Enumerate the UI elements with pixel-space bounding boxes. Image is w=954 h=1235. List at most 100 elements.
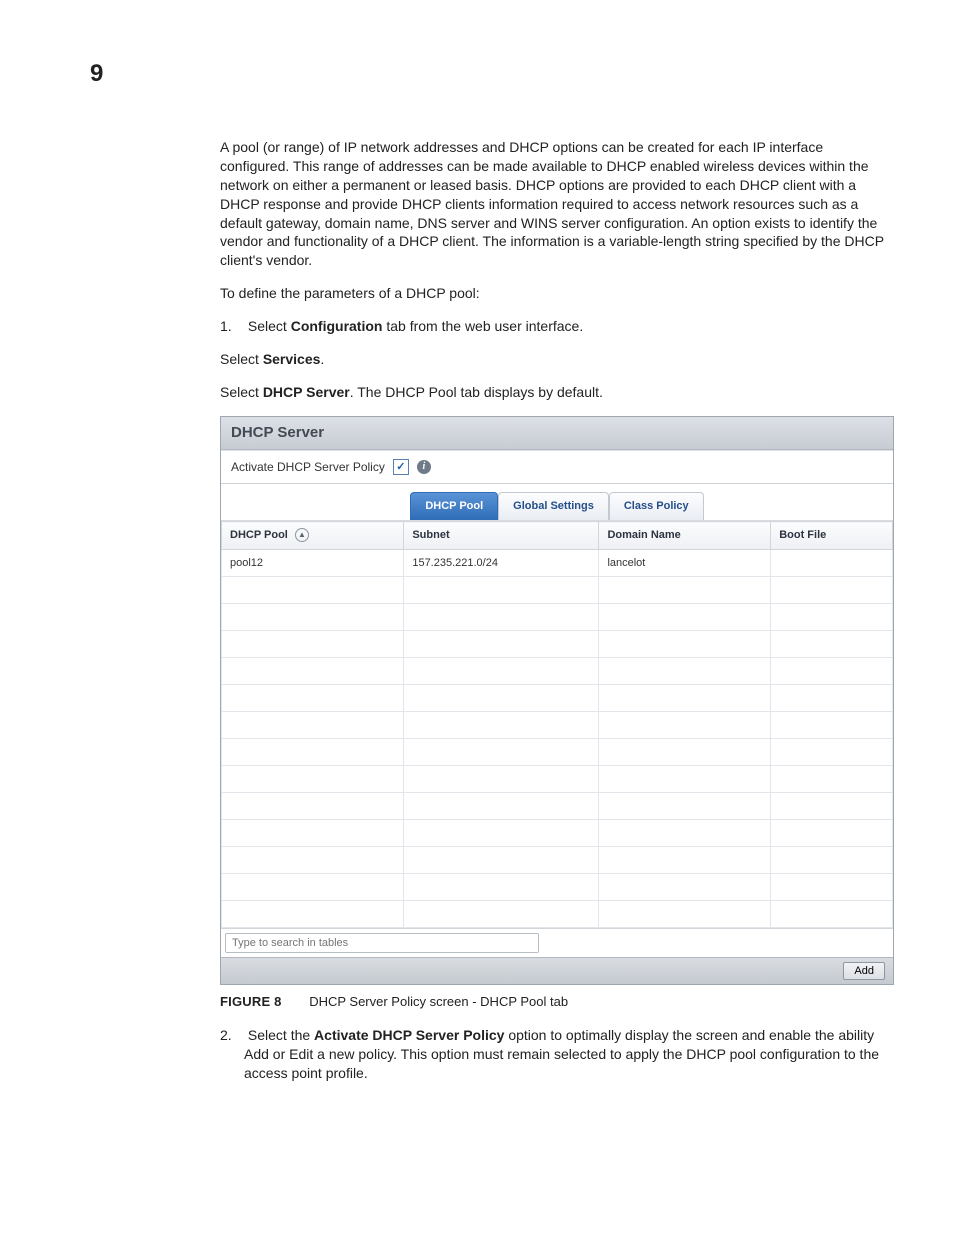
- table-cell: [404, 792, 599, 819]
- sort-asc-icon[interactable]: ▲: [295, 528, 309, 542]
- table-cell: [404, 765, 599, 792]
- table-cell: [599, 738, 771, 765]
- add-button[interactable]: Add: [843, 962, 885, 980]
- intro-paragraph: A pool (or range) of IP network addresse…: [220, 138, 894, 270]
- table-cell: [599, 846, 771, 873]
- table-cell: [404, 819, 599, 846]
- table-cell: [771, 684, 893, 711]
- figure-caption: FIGURE 8 DHCP Server Policy screen - DHC…: [220, 993, 894, 1011]
- table-row[interactable]: [222, 684, 893, 711]
- table-cell: [222, 738, 404, 765]
- table-row[interactable]: [222, 711, 893, 738]
- table-row[interactable]: [222, 792, 893, 819]
- table-cell: [771, 711, 893, 738]
- step-2-num: 2.: [220, 1026, 244, 1045]
- table-cell: [404, 576, 599, 603]
- tab-dhcp-pool[interactable]: DHCP Pool: [410, 492, 498, 520]
- step-1-num: 1.: [220, 317, 244, 336]
- table-row[interactable]: pool12157.235.221.0/24lancelot: [222, 549, 893, 576]
- table-wrap: DHCP Pool ▲ Subnet Domain Name Boot File…: [221, 521, 893, 957]
- table-cell: [771, 819, 893, 846]
- col-subnet[interactable]: Subnet: [404, 522, 599, 550]
- table-row[interactable]: [222, 765, 893, 792]
- figure-text: DHCP Server Policy screen - DHCP Pool ta…: [309, 994, 568, 1009]
- info-icon[interactable]: i: [417, 460, 431, 474]
- select-dhcp-post: . The DHCP Pool tab displays by default.: [350, 384, 603, 400]
- content-block: A pool (or range) of IP network addresse…: [220, 138, 894, 1083]
- step-2-pre: Select the: [248, 1027, 314, 1043]
- table-cell: [771, 576, 893, 603]
- table-cell: [222, 765, 404, 792]
- table-cell: [599, 792, 771, 819]
- table-cell: [599, 657, 771, 684]
- table-cell: [404, 657, 599, 684]
- table-cell: [771, 549, 893, 576]
- step-2: 2. Select the Activate DHCP Server Polic…: [220, 1026, 894, 1083]
- define-line: To define the parameters of a DHCP pool:: [220, 284, 894, 303]
- table-row[interactable]: [222, 603, 893, 630]
- select-dhcp-pre: Select: [220, 384, 263, 400]
- table-row[interactable]: [222, 576, 893, 603]
- step-2-bold: Activate DHCP Server Policy: [314, 1027, 504, 1043]
- table-row[interactable]: [222, 846, 893, 873]
- table-header-row: DHCP Pool ▲ Subnet Domain Name Boot File: [222, 522, 893, 550]
- table-row[interactable]: [222, 873, 893, 900]
- col-dhcp-pool-label: DHCP Pool: [230, 529, 288, 541]
- table-cell: [599, 603, 771, 630]
- search-row: [221, 928, 893, 957]
- tabs-row: DHCP Pool Global Settings Class Policy: [221, 484, 893, 521]
- table-row[interactable]: [222, 657, 893, 684]
- col-dhcp-pool[interactable]: DHCP Pool ▲: [222, 522, 404, 550]
- table-cell: [404, 603, 599, 630]
- table-cell: [771, 738, 893, 765]
- select-services-bold: Services: [263, 351, 321, 367]
- table-cell: [222, 900, 404, 927]
- table-cell: [771, 873, 893, 900]
- dhcp-pool-table: DHCP Pool ▲ Subnet Domain Name Boot File…: [221, 521, 893, 928]
- table-cell: [771, 657, 893, 684]
- table-cell: [222, 873, 404, 900]
- table-cell: [222, 657, 404, 684]
- table-cell: [599, 900, 771, 927]
- select-services: Select Services.: [220, 350, 894, 369]
- table-cell: [599, 819, 771, 846]
- select-services-post: .: [320, 351, 324, 367]
- col-domain-name[interactable]: Domain Name: [599, 522, 771, 550]
- table-cell: [599, 576, 771, 603]
- table-cell: [404, 711, 599, 738]
- table-cell: [771, 630, 893, 657]
- search-input[interactable]: [225, 933, 539, 953]
- table-cell: [404, 846, 599, 873]
- step-1-bold: Configuration: [291, 318, 383, 334]
- table-cell: [404, 630, 599, 657]
- table-row[interactable]: [222, 819, 893, 846]
- table-cell: [404, 738, 599, 765]
- table-cell: lancelot: [599, 549, 771, 576]
- table-cell: [771, 846, 893, 873]
- step-1-post: tab from the web user interface.: [382, 318, 583, 334]
- tab-class-policy[interactable]: Class Policy: [609, 492, 704, 520]
- select-dhcp: Select DHCP Server. The DHCP Pool tab di…: [220, 383, 894, 402]
- table-row[interactable]: [222, 738, 893, 765]
- table-cell: [222, 603, 404, 630]
- table-cell: [404, 873, 599, 900]
- step-1: 1. Select Configuration tab from the web…: [220, 317, 894, 336]
- table-cell: [404, 900, 599, 927]
- panel-footer: Add: [221, 957, 893, 984]
- activate-label: Activate DHCP Server Policy: [231, 459, 385, 475]
- table-cell: [771, 603, 893, 630]
- table-cell: [599, 711, 771, 738]
- page: 9 A pool (or range) of IP network addres…: [0, 0, 954, 1235]
- table-cell: [222, 684, 404, 711]
- select-dhcp-bold: DHCP Server: [263, 384, 350, 400]
- tab-global-settings[interactable]: Global Settings: [498, 492, 609, 520]
- table-cell: [771, 792, 893, 819]
- panel-title: DHCP Server: [221, 417, 893, 450]
- figure-label: FIGURE 8: [220, 994, 282, 1009]
- table-row[interactable]: [222, 900, 893, 927]
- table-cell: 157.235.221.0/24: [404, 549, 599, 576]
- activate-checkbox[interactable]: ✓: [393, 459, 409, 475]
- table-cell: [222, 711, 404, 738]
- col-boot-file[interactable]: Boot File: [771, 522, 893, 550]
- table-row[interactable]: [222, 630, 893, 657]
